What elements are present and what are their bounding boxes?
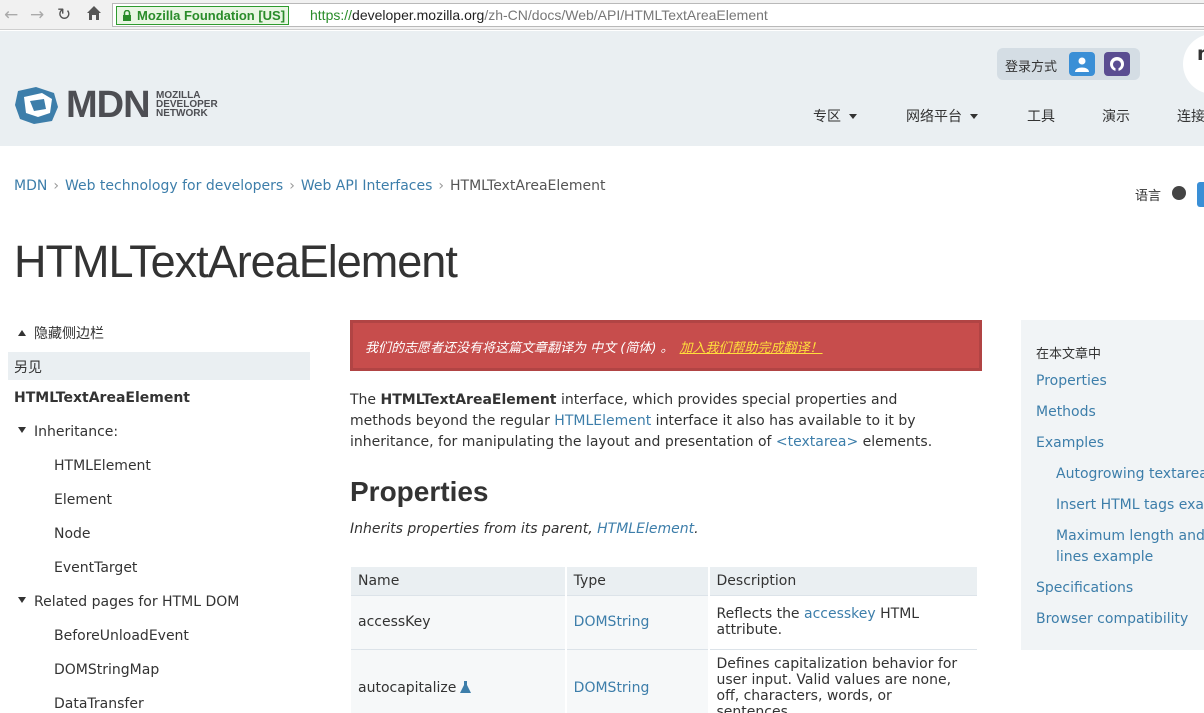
nav-zones[interactable]: 专区	[813, 106, 857, 126]
toc-link-insert-html[interactable]: Insert HTML tags example	[1056, 497, 1204, 513]
nav-demos[interactable]: 演示	[1102, 106, 1130, 126]
property-description: Reflects the accesskey HTML attribute.	[708, 595, 979, 650]
table-row: accessKey DOMString Reflects the accessk…	[351, 595, 979, 650]
column-header-description: Description	[708, 567, 979, 596]
toc-link-properties[interactable]: Properties	[1036, 373, 1107, 389]
triangle-down-icon	[18, 597, 26, 603]
hide-sidebar-toggle[interactable]: 隐藏侧边栏	[18, 323, 104, 343]
address-bar[interactable]: Mozilla Foundation [US] https://develope…	[112, 3, 1204, 27]
table-row: autocapitalize DOMString Defines capital…	[351, 649, 979, 713]
site-header: 登录方式 m MDN MOZILLADEVELOPERNETWORK 专区 网络…	[0, 31, 1204, 146]
inherits-note: Inherits properties from its parent, HTM…	[350, 521, 699, 537]
persona-login-icon[interactable]	[1069, 52, 1095, 76]
toc-link-browser-compat[interactable]: Browser compatibility	[1036, 611, 1188, 627]
search-widget-label: m	[1197, 43, 1204, 65]
logo-wordmark: MDN	[66, 84, 151, 126]
domstring-link[interactable]: DOMString	[574, 614, 650, 630]
interface-name: HTMLTextAreaElement	[380, 392, 557, 408]
breadcrumb-current: HTMLTextAreaElement	[449, 178, 606, 194]
join-translation-link[interactable]: 加入我们帮助完成翻译！	[680, 341, 823, 356]
ev-certificate-badge[interactable]: Mozilla Foundation [US]	[116, 6, 290, 25]
breadcrumb-mdn[interactable]: MDN	[14, 178, 47, 194]
breadcrumb-web-technology[interactable]: Web technology for developers	[65, 178, 283, 194]
login-box: 登录方式	[997, 48, 1140, 80]
back-arrow-icon[interactable]: ←	[4, 5, 18, 25]
sidebar-item-element[interactable]: Element	[54, 492, 112, 508]
triangle-down-icon	[18, 427, 26, 433]
home-icon[interactable]	[85, 4, 103, 27]
translation-notice: 我们的志愿者还没有将这篇文章翻译为 中文 (简体) 。加入我们帮助完成翻译！	[350, 320, 982, 371]
property-type: DOMString	[565, 649, 710, 713]
column-header-type: Type	[565, 567, 710, 596]
column-header-name: Name	[351, 567, 567, 596]
breadcrumb-separator-icon: ›	[289, 178, 295, 194]
property-name: accessKey	[351, 595, 567, 650]
sidebar-item-beforeunloadevent[interactable]: BeforeUnloadEvent	[54, 628, 189, 644]
experimental-flask-icon	[460, 681, 472, 693]
sidebar-see-also: 另见	[8, 352, 310, 380]
nav-tools[interactable]: 工具	[1027, 106, 1055, 126]
forward-arrow-icon[interactable]: →	[30, 5, 44, 25]
lock-icon	[123, 10, 131, 21]
globe-icon[interactable]	[1172, 186, 1186, 200]
intro-paragraph: The HTMLTextAreaElement interface, which…	[350, 392, 933, 450]
triangle-up-icon	[18, 330, 26, 336]
login-label: 登录方式	[1005, 60, 1058, 75]
sidebar-item-domstringmap[interactable]: DOMStringMap	[54, 662, 159, 678]
page-title: HTMLTextAreaElement	[14, 236, 458, 287]
reload-icon[interactable]: ↻	[57, 5, 71, 25]
chevron-down-icon	[970, 114, 978, 119]
logo-subtitle: MOZILLA DEVELOPER NETWORK	[156, 90, 218, 119]
table-of-contents: 在本文章中 Properties Methods Examples Autogr…	[1021, 320, 1204, 650]
nav-web-platform[interactable]: 网络平台	[906, 106, 978, 126]
properties-table: Name Type Description accessKey DOMStrin…	[351, 567, 979, 713]
sidebar-item-node[interactable]: Node	[54, 526, 91, 542]
domstring-link[interactable]: DOMString	[574, 680, 650, 696]
breadcrumb: MDN › Web technology for developers › Web AP…	[14, 178, 606, 194]
browser-toolbar: ← → ↻ Mozilla Foundation [US] https://de…	[0, 0, 1204, 30]
language-button[interactable]	[1197, 182, 1204, 207]
inherits-htmlelement-link[interactable]: HTMLElement	[597, 521, 694, 537]
toc-link-autogrowing[interactable]: Autogrowing textarea	[1056, 466, 1204, 482]
properties-heading: Properties	[350, 476, 489, 507]
toc-link-maximum-length[interactable]: Maximum length and	[1056, 528, 1204, 544]
ev-org-name: Mozilla Foundation [US]	[137, 8, 286, 23]
mdn-dino-icon	[15, 87, 58, 124]
toc-link-specifications[interactable]: Specifications	[1036, 580, 1133, 596]
textarea-link[interactable]: <textarea>	[776, 434, 858, 450]
chevron-down-icon	[849, 114, 857, 119]
language-label[interactable]: 语言	[1135, 185, 1161, 204]
htmlelement-link[interactable]: HTMLElement	[554, 413, 651, 429]
toc-link-examples[interactable]: Examples	[1036, 435, 1104, 451]
sidebar-related-toggle[interactable]: Related pages for HTML DOM	[18, 594, 239, 610]
breadcrumb-separator-icon: ›	[53, 178, 59, 194]
breadcrumb-separator-icon: ›	[438, 178, 444, 194]
github-login-icon[interactable]	[1104, 52, 1130, 76]
sidebar-item-htmlelement[interactable]: HTMLElement	[54, 458, 151, 474]
sidebar-item-datatransfer[interactable]: DataTransfer	[54, 696, 144, 712]
toc-title: 在本文章中	[1036, 347, 1102, 362]
property-type: DOMString	[565, 595, 710, 650]
nav-connect[interactable]: 连接	[1177, 106, 1204, 126]
breadcrumb-web-api-interfaces[interactable]: Web API Interfaces	[301, 178, 433, 194]
sidebar-inheritance-toggle[interactable]: Inheritance:	[18, 424, 118, 440]
notice-text: 我们的志愿者还没有将这篇文章翻译为 中文 (简体) 。	[365, 341, 674, 356]
sidebar-item-eventtarget[interactable]: EventTarget	[54, 560, 137, 576]
toc-link-maximum-length-cont[interactable]: lines example	[1056, 549, 1153, 565]
sidebar-item-interface[interactable]: HTMLTextAreaElement	[14, 390, 190, 406]
mdn-logo[interactable]: MDN MOZILLA DEVELOPER NETWORK	[14, 85, 218, 129]
url-text: https://developer.mozilla.org/zh-CN/docs…	[310, 7, 768, 23]
toc-link-methods[interactable]: Methods	[1036, 404, 1096, 420]
property-name: autocapitalize	[351, 649, 567, 713]
accesskey-link[interactable]: accesskey	[804, 606, 876, 622]
property-description: Defines capitalization behavior for user…	[708, 649, 979, 713]
